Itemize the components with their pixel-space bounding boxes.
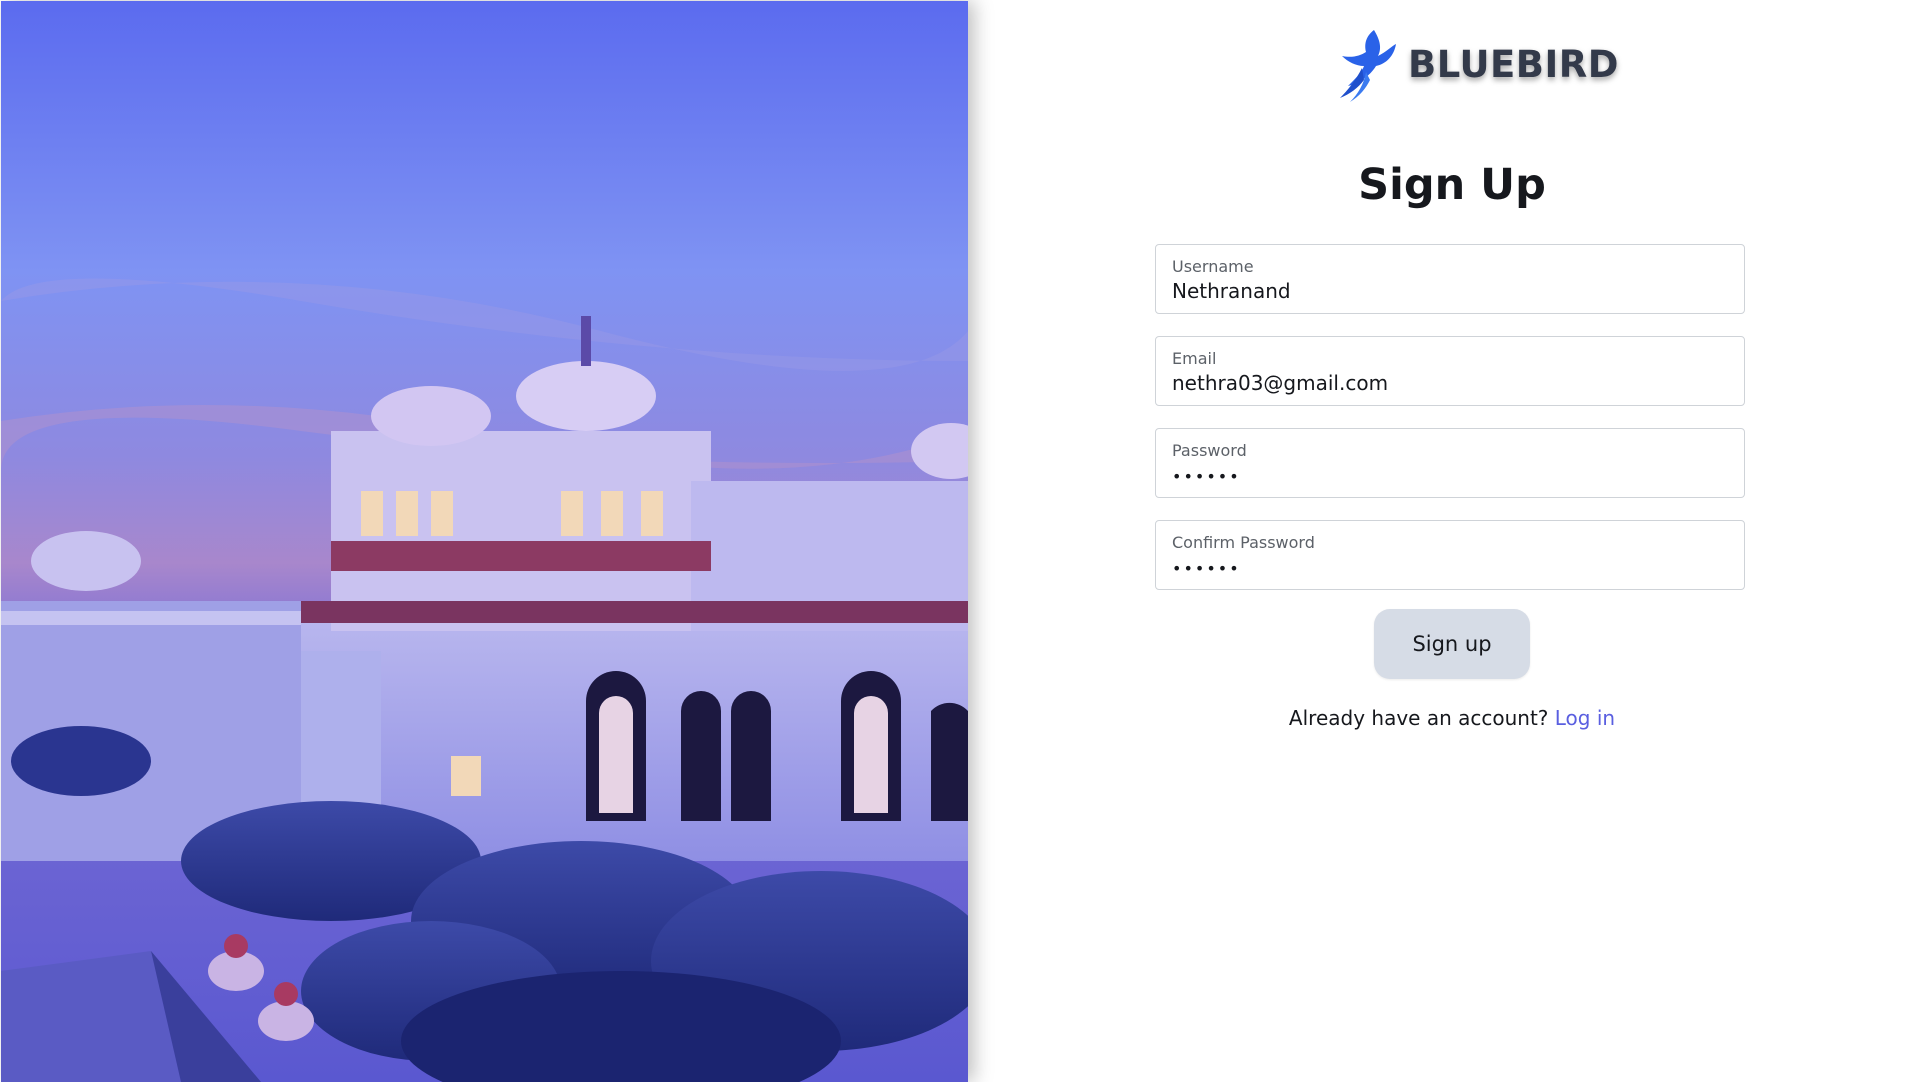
- account-prompt-text: Already have an account?: [1288, 706, 1555, 730]
- brand-logo: BLUEBIRD: [1336, 26, 1619, 102]
- login-prompt: Already have an account? Log in: [1155, 706, 1749, 730]
- login-link[interactable]: Log in: [1555, 706, 1615, 730]
- confirm-password-label: Confirm Password: [1172, 533, 1315, 552]
- page-title: Sign Up: [1358, 160, 1546, 210]
- username-field[interactable]: Username Nethranand: [1155, 244, 1745, 314]
- email-field[interactable]: Email nethra03@gmail.com: [1155, 336, 1745, 406]
- signup-page: BLUEBIRD Sign Up Username Nethranand Ema…: [0, 0, 1922, 1082]
- bluebird-logo-icon: [1340, 30, 1396, 102]
- email-input[interactable]: nethra03@gmail.com: [1172, 371, 1388, 395]
- password-field[interactable]: Password ••••••: [1155, 428, 1745, 498]
- confirm-password-field[interactable]: Confirm Password ••••••: [1155, 520, 1745, 590]
- email-label: Email: [1172, 349, 1217, 368]
- palace-photo: [1, 1, 968, 1082]
- sign-up-button[interactable]: Sign up: [1374, 609, 1530, 679]
- hero-image-panel: [1, 1, 968, 1082]
- brand-name: BLUEBIRD: [1408, 42, 1619, 86]
- password-label: Password: [1172, 441, 1247, 460]
- username-input[interactable]: Nethranand: [1172, 279, 1291, 303]
- username-label: Username: [1172, 257, 1254, 276]
- password-input[interactable]: ••••••: [1172, 467, 1241, 486]
- confirm-password-input[interactable]: ••••••: [1172, 559, 1241, 578]
